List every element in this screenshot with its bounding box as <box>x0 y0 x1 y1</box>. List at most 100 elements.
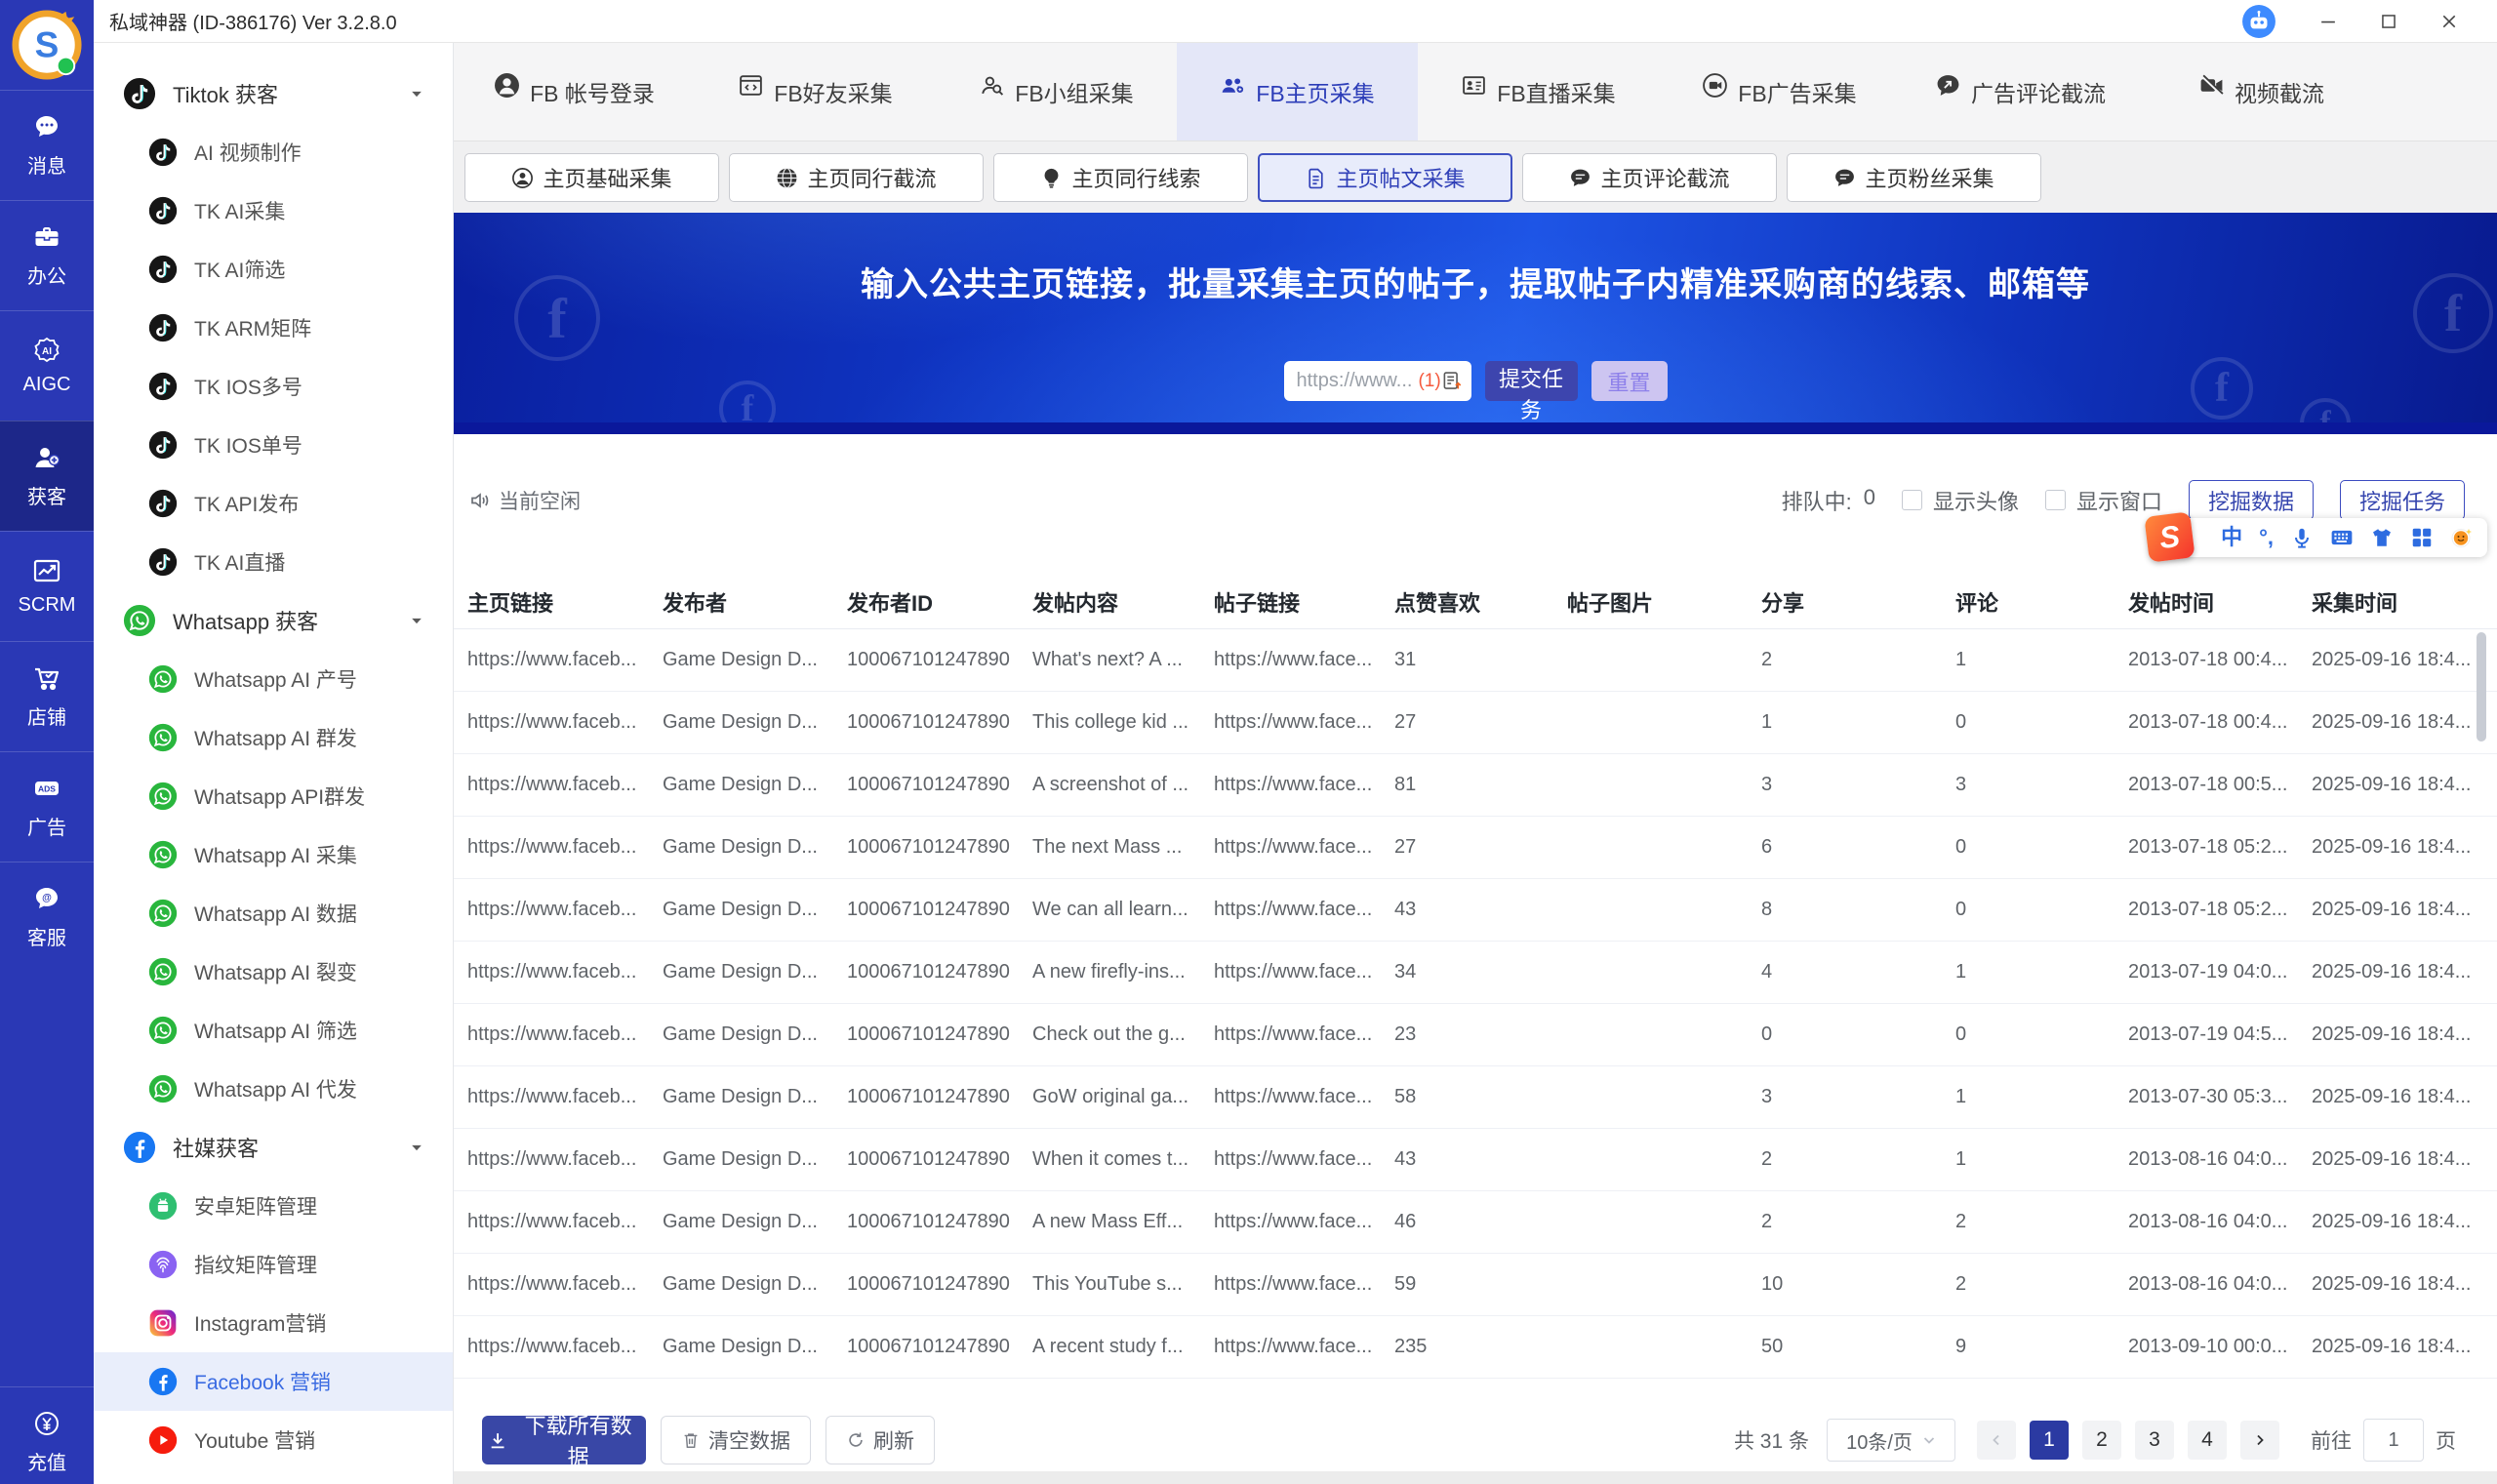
rail-item-leads[interactable]: 获客 <box>0 421 94 531</box>
next-page-button[interactable] <box>2240 1421 2279 1460</box>
tab-ad-comment-intercept[interactable]: 广告评论截流 <box>1900 43 2141 140</box>
sidebar-item-tk-ai-filter[interactable]: TK AI筛选 <box>94 240 453 299</box>
table-scrollbar[interactable] <box>2477 632 2486 742</box>
table-row[interactable]: https://www.faceb... Game Design D... 1000… <box>454 1254 2497 1316</box>
sidebar-item-wa-api-bulk-send[interactable]: Whatsapp API群发 <box>94 767 453 825</box>
rail-item-ads[interactable]: ADS 广告 <box>0 751 94 862</box>
subtab-page-fans-collect[interactable]: 主页粉丝采集 <box>1787 153 2041 202</box>
sidebar-item-tk-arm-matrix[interactable]: TK ARM矩阵 <box>94 299 453 357</box>
prev-page-button[interactable] <box>1977 1421 2016 1460</box>
rail-item-messages[interactable]: 消息 <box>0 90 94 200</box>
page-button-1[interactable]: 1 <box>2030 1421 2069 1460</box>
table-row[interactable]: https://www.faceb... Game Design D... 1000… <box>454 817 2497 879</box>
sidebar-item-tk-ios-single[interactable]: TK IOS单号 <box>94 416 453 474</box>
table-row[interactable]: https://www.faceb... Game Design D... 1000… <box>454 1066 2497 1129</box>
tab-fb-live-collect[interactable]: FB直播采集 <box>1418 43 1659 140</box>
sidebar-item-tk-ai-collect[interactable]: TK AI采集 <box>94 181 453 240</box>
table-row[interactable]: https://www.faceb... Game Design D... 1000… <box>454 1316 2497 1379</box>
refresh-button[interactable]: 刷新 <box>826 1416 935 1464</box>
sidebar-item-tk-ios-multi[interactable]: TK IOS多号 <box>94 357 453 416</box>
keyboard-icon[interactable] <box>2330 526 2354 549</box>
clear-data-button[interactable]: 清空数据 <box>661 1416 811 1464</box>
sidebar-item-twitter-marketing[interactable]: Twitter 营销 <box>94 1469 453 1484</box>
mic-icon[interactable] <box>2290 526 2314 549</box>
sidebar-group-whatsapp-group[interactable]: Whatsapp 获客 <box>94 591 453 650</box>
android-icon <box>148 1191 178 1221</box>
chevron-down-icon[interactable] <box>400 1141 433 1155</box>
subtab-page-peer-intercept[interactable]: 主页同行截流 <box>729 153 984 202</box>
mine-data-button[interactable]: 挖掘数据 <box>2188 480 2314 520</box>
cell-page_link: https://www.faceb... <box>467 836 637 858</box>
assistant-avatar[interactable] <box>2241 4 2276 39</box>
tab-video-intercept[interactable]: 视频截流 <box>2141 43 2382 140</box>
show-avatar-checkbox[interactable] <box>1901 490 1922 510</box>
sidebar-item-wa-ai-data[interactable]: Whatsapp AI 数据 <box>94 884 453 943</box>
table-row[interactable]: https://www.faceb... Game Design D... 1000… <box>454 692 2497 754</box>
cell-comments: 3 <box>1955 774 1967 795</box>
table-row[interactable]: https://www.faceb... Game Design D... 1000… <box>454 879 2497 942</box>
sidebar-item-wa-ai-filter[interactable]: Whatsapp AI 筛选 <box>94 1001 453 1060</box>
sogou-logo-icon[interactable]: S <box>2144 511 2195 563</box>
toolbox-icon[interactable] <box>2410 526 2434 549</box>
tab-fb-ads-collect[interactable]: FB广告采集 <box>1659 43 1900 140</box>
sidebar-item-instagram-marketing[interactable]: Instagram营销 <box>94 1294 453 1352</box>
subtab-page-comment-intercept[interactable]: 主页评论截流 <box>1522 153 1777 202</box>
maximize-button[interactable] <box>2358 2 2419 41</box>
chevron-down-icon[interactable] <box>400 87 433 101</box>
cell-publisher: Game Design D... <box>663 774 818 795</box>
sidebar-item-tk-api-publish[interactable]: TK API发布 <box>94 474 453 533</box>
page-button-4[interactable]: 4 <box>2188 1421 2227 1460</box>
rail-item-recharge[interactable]: 充值 <box>0 1386 94 1484</box>
ime-punctuation[interactable]: °, <box>2259 527 2274 548</box>
rail-item-scrm[interactable]: SCRM <box>0 531 94 641</box>
rail-item-office[interactable]: 办公 <box>0 200 94 310</box>
download-all-button[interactable]: 下载所有数据 <box>482 1414 646 1469</box>
close-button[interactable] <box>2419 2 2479 41</box>
rail-item-aigc[interactable]: AI AIGC <box>0 310 94 421</box>
tab-fb-account-login[interactable]: FB 帐号登录 <box>454 43 695 140</box>
page-size-select[interactable]: 10条/页 <box>1827 1419 1955 1462</box>
sidebar-item-android-matrix[interactable]: 安卓矩阵管理 <box>94 1177 453 1235</box>
sidebar-item-tk-ai-live[interactable]: TK AI直播 <box>94 533 453 591</box>
submit-task-button[interactable]: 提交任务 <box>1484 361 1578 422</box>
chevron-down-icon[interactable] <box>400 614 433 628</box>
sidebar-group-tiktok-group[interactable]: Tiktok 获客 <box>94 64 453 123</box>
page-button-2[interactable]: 2 <box>2082 1421 2121 1460</box>
sidebar-item-fingerprint-matrix[interactable]: 指纹矩阵管理 <box>94 1235 453 1294</box>
page-url-input[interactable]: https://www... (1) <box>1283 361 1471 401</box>
emoji-icon[interactable] <box>2450 526 2474 549</box>
table-row[interactable]: https://www.faceb... Game Design D... 1000… <box>454 1004 2497 1066</box>
sidebar-group-social-media-group[interactable]: 社媒获客 <box>94 1118 453 1177</box>
sidebar-item-wa-ai-account[interactable]: Whatsapp AI 产号 <box>94 650 453 708</box>
table-row[interactable]: https://www.faceb... Game Design D... 1000… <box>454 1191 2497 1254</box>
sidebar-item-wa-ai-bulk-send[interactable]: Whatsapp AI 群发 <box>94 708 453 767</box>
sidebar-item-wa-ai-proxy-send[interactable]: Whatsapp AI 代发 <box>94 1060 453 1118</box>
minimize-button[interactable] <box>2298 2 2358 41</box>
subtab-page-basic-collect[interactable]: 主页基础采集 <box>464 153 719 202</box>
sidebar-item-facebook-marketing[interactable]: Facebook 营销 <box>94 1352 453 1411</box>
tab-fb-pages-collect[interactable]: FB主页采集 <box>1177 43 1418 140</box>
mine-task-button[interactable]: 挖掘任务 <box>2339 480 2465 520</box>
show-window-checkbox[interactable] <box>2044 490 2066 510</box>
table-row[interactable]: https://www.faceb... Game Design D... 1000… <box>454 942 2497 1004</box>
tab-fb-friends-collect[interactable]: FB好友采集 <box>695 43 936 140</box>
table-row[interactable]: https://www.faceb... Game Design D... 1000… <box>454 629 2497 692</box>
rail-item-service[interactable]: @ 客服 <box>0 862 94 972</box>
ime-chinese-mode[interactable]: 中 <box>2221 527 2242 548</box>
sidebar-item-wa-ai-collect[interactable]: Whatsapp AI 采集 <box>94 825 453 884</box>
cell-post_link: https://www.face... <box>1214 649 1373 670</box>
skin-icon[interactable] <box>2370 526 2394 549</box>
sidebar-item-wa-ai-fission[interactable]: Whatsapp AI 裂变 <box>94 943 453 1001</box>
table-row[interactable]: https://www.faceb... Game Design D... 1000… <box>454 754 2497 817</box>
table-row[interactable]: https://www.faceb... Game Design D... 1000… <box>454 1129 2497 1191</box>
subtab-page-peer-leads[interactable]: 主页同行线索 <box>993 153 1248 202</box>
rail-item-shop[interactable]: 店铺 <box>0 641 94 751</box>
subtab-page-posts-collect[interactable]: 主页帖文采集 <box>1258 153 1512 202</box>
tab-fb-groups-collect[interactable]: FB小组采集 <box>936 43 1177 140</box>
sidebar-item-ai-video-production[interactable]: AI 视频制作 <box>94 123 453 181</box>
sidebar-item-youtube-marketing[interactable]: Youtube 营销 <box>94 1411 453 1469</box>
import-list-icon[interactable] <box>1441 368 1464 394</box>
goto-page-input[interactable]: 1 <box>2363 1419 2424 1462</box>
page-button-3[interactable]: 3 <box>2135 1421 2174 1460</box>
reset-button[interactable]: 重置 <box>1591 361 1668 401</box>
